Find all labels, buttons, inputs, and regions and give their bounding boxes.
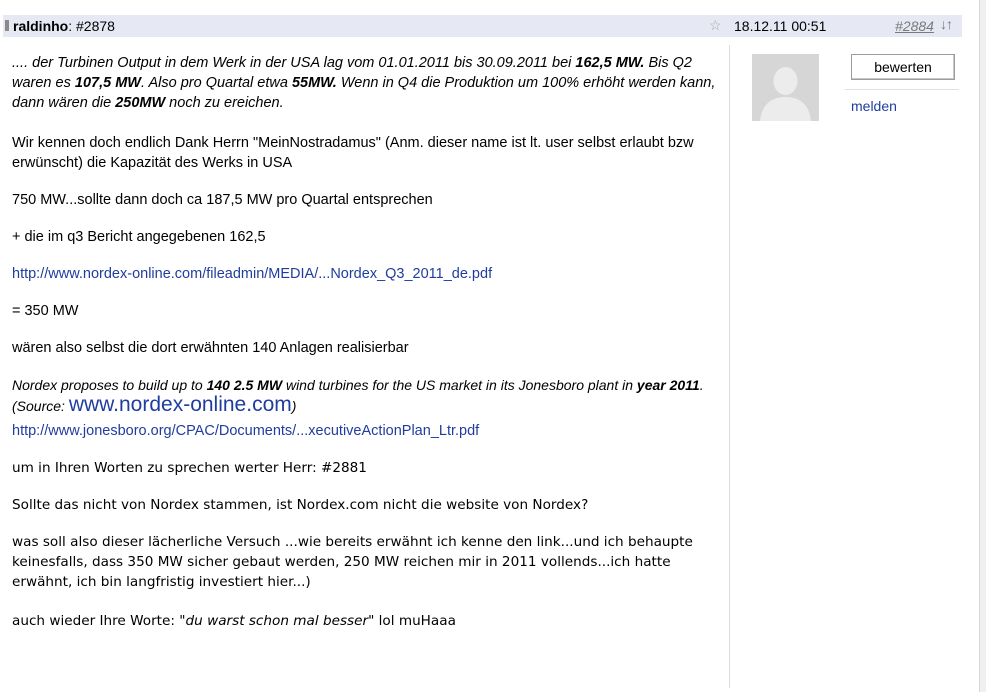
- star-icon[interactable]: ☆: [709, 17, 722, 34]
- source-link[interactable]: www.nordex-online.com: [69, 393, 292, 416]
- text: .... der Turbinen Output in dem Werk in …: [12, 55, 576, 71]
- scrollbar[interactable]: [979, 0, 986, 692]
- text: " lol muHaaa: [368, 613, 456, 629]
- text: wind turbines for the US market in its J…: [282, 377, 637, 393]
- user-status-icon: [5, 20, 9, 31]
- post-link-paragraph-2: http://www.jonesboro.org/CPAC/Documents/…: [12, 421, 722, 441]
- bold-text: year 2011: [636, 377, 700, 393]
- bold-text: 107,5 MW: [74, 75, 141, 91]
- column-divider: [729, 45, 730, 688]
- post-paragraph-4: + die im q3 Bericht angegebenen 162,5: [12, 229, 266, 245]
- report-link[interactable]: melden: [851, 98, 897, 114]
- post-paragraph-3: 750 MW...sollte dann doch ca 187,5 MW pr…: [12, 192, 433, 208]
- bold-text: 250MW: [115, 95, 166, 111]
- italic-text: du warst schon mal besser: [185, 613, 369, 629]
- sidebar-divider: [845, 89, 959, 90]
- nav-arrows-icon[interactable]: ↓↑: [940, 16, 953, 32]
- avatar[interactable]: [752, 54, 819, 121]
- post-header: raldinho: #2878 ☆ 18.12.11 00:51 #2884 ↓…: [3, 15, 962, 37]
- text: auch wieder Ihre Worte: ": [12, 613, 186, 629]
- post-paragraph-8: Sollte das nicht von Nordex stammen, ist…: [12, 497, 589, 513]
- quoted-paragraph: Nordex proposes to build up to 140 2.5 M…: [12, 375, 722, 416]
- jonesboro-document-link[interactable]: http://www.jonesboro.org/CPAC/Documents/…: [12, 423, 479, 439]
- text: Nordex proposes to build up to: [12, 377, 207, 393]
- post-paragraph-9: was soll also dieser lächerliche Versuch…: [12, 534, 693, 590]
- post-paragraph-1: .... der Turbinen Output in dem Werk in …: [12, 53, 722, 113]
- author-name[interactable]: raldinho: [13, 18, 68, 34]
- post-link-paragraph: http://www.nordex-online.com/fileadmin/M…: [12, 264, 722, 284]
- nordex-report-link[interactable]: http://www.nordex-online.com/fileadmin/M…: [12, 266, 492, 282]
- bold-text: 55MW.: [291, 75, 337, 91]
- post-number-link[interactable]: #2884: [895, 18, 934, 34]
- text: ): [291, 398, 297, 414]
- bold-text: 140 2.5 MW: [206, 377, 283, 393]
- post-paragraph-2: Wir kennen doch endlich Dank Herrn "Mein…: [12, 135, 694, 171]
- post-paragraph-5: = 350 MW: [12, 303, 79, 319]
- text: . Also pro Quartal etwa: [140, 75, 292, 91]
- post-paragraph-6: wären also selbst die dort erwähnten 140…: [12, 340, 409, 356]
- post-author: raldinho: #2878: [13, 18, 115, 34]
- post-date: 18.12.11 00:51: [734, 18, 827, 34]
- reply-reference: : #2878: [68, 18, 115, 34]
- bold-text: 162,5 MW.: [575, 55, 645, 71]
- avatar-placeholder-icon: [752, 54, 819, 121]
- post-paragraph-7: um in Ihren Worten zu sprechen werter He…: [12, 460, 367, 476]
- text: noch zu ereichen.: [165, 95, 284, 111]
- post-paragraph-10: auch wieder Ihre Worte: "du warst schon …: [12, 611, 722, 631]
- rate-button[interactable]: bewerten: [851, 54, 955, 80]
